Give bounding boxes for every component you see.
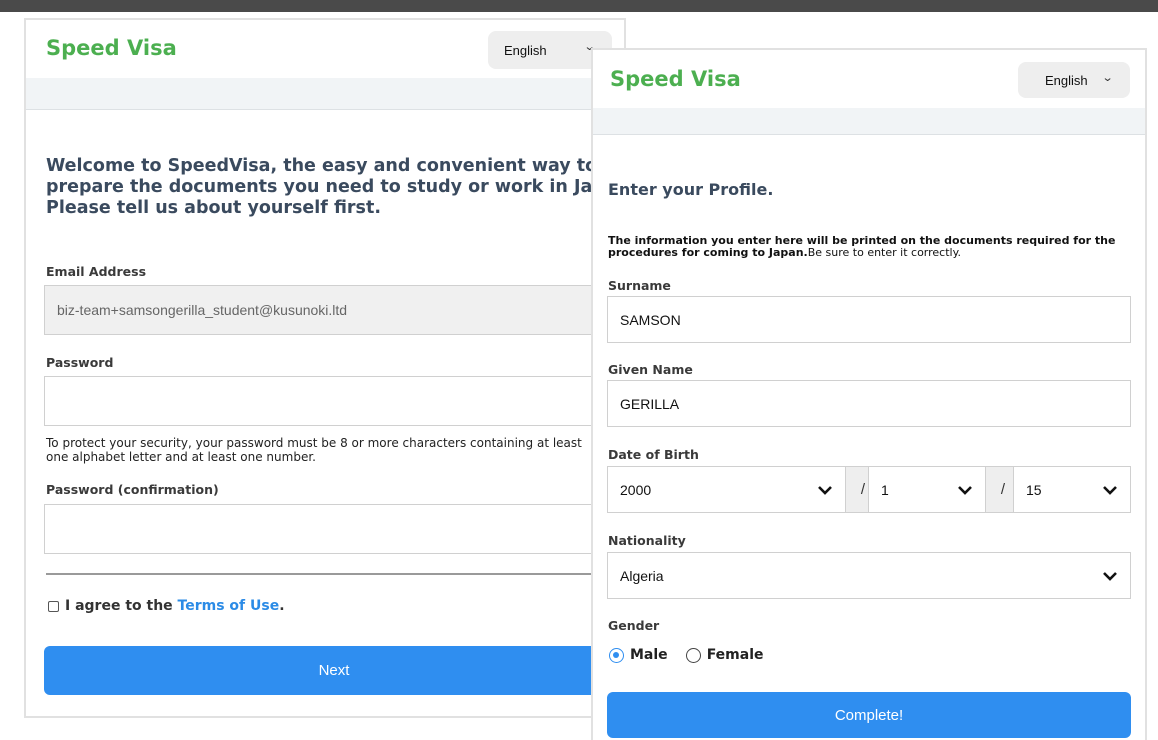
chevron-down-icon xyxy=(1103,571,1117,581)
email-label: Email Address xyxy=(46,264,147,279)
terms-agreement: I agree to the Terms of Use. xyxy=(48,598,285,614)
given-name-field[interactable]: GERILLA xyxy=(607,380,1131,427)
welcome-message: Welcome to SpeedVisa, the easy and conve… xyxy=(46,156,626,219)
nationality-select[interactable]: Algeria xyxy=(607,552,1131,599)
radio-selected-icon[interactable] xyxy=(609,647,624,663)
dob-month-select[interactable]: 1 xyxy=(868,466,986,513)
surname-field[interactable]: SAMSON xyxy=(607,296,1131,343)
agree-text: I agree to the Terms of Use. xyxy=(65,598,285,614)
welcome-line: prepare the documents you need to study … xyxy=(46,177,626,197)
gender-female-option[interactable]: Female xyxy=(685,647,764,663)
brand-logo[interactable]: Speed Visa xyxy=(610,67,741,91)
divider xyxy=(46,573,606,575)
surname-value: SAMSON xyxy=(620,311,681,328)
language-select-value: English xyxy=(504,43,547,58)
surname-label: Surname xyxy=(608,278,671,293)
terms-of-use-link[interactable]: Terms of Use xyxy=(178,598,280,614)
signup-window: Speed Visa English ⌄ Welcome to SpeedVis… xyxy=(24,18,626,718)
password-confirm-field[interactable] xyxy=(44,504,624,554)
gender-label: Gender xyxy=(608,618,660,633)
dob-year-select[interactable]: 2000 xyxy=(607,466,846,513)
gender-male-option[interactable]: Male xyxy=(609,647,668,663)
given-name-value: GERILLA xyxy=(620,395,680,412)
chevron-down-icon xyxy=(818,485,832,495)
help-line: To protect your security, your password … xyxy=(46,436,582,450)
language-select-value: English xyxy=(1045,73,1088,88)
notice-rest: Be sure to enter it correctly. xyxy=(807,246,962,259)
gender-male-label: Male xyxy=(630,647,668,663)
dob-month-value: 1 xyxy=(881,481,889,498)
password-label: Password xyxy=(46,355,114,370)
profile-notice: The information you enter here will be p… xyxy=(608,235,1128,259)
password-confirm-label: Password (confirmation) xyxy=(46,482,219,497)
email-field[interactable]: biz-team+samsongerilla_student@kusunoki.… xyxy=(44,285,624,335)
terms-checkbox[interactable] xyxy=(48,600,59,612)
language-select[interactable]: English ⌄ xyxy=(1018,62,1130,98)
chevron-down-icon: ⌄ xyxy=(1101,72,1114,84)
profile-window: Speed Visa English ⌄ Enter your Profile.… xyxy=(591,48,1147,740)
header-band xyxy=(593,108,1145,135)
header-band xyxy=(26,78,624,110)
welcome-line: Welcome to SpeedVisa, the easy and conve… xyxy=(46,156,598,176)
given-name-label: Given Name xyxy=(608,362,693,377)
next-button[interactable]: Next xyxy=(44,646,624,695)
gender-radio-group: Male Female xyxy=(609,647,782,663)
radio-unselected-icon[interactable] xyxy=(685,647,701,663)
complete-button[interactable]: Complete! xyxy=(607,692,1131,738)
nationality-value: Algeria xyxy=(620,567,664,584)
chevron-down-icon xyxy=(1103,485,1117,495)
nationality-label: Nationality xyxy=(608,533,686,548)
brand-logo[interactable]: Speed Visa xyxy=(46,36,177,60)
password-field[interactable] xyxy=(44,376,624,426)
top-dark-bar xyxy=(0,0,1158,12)
dob-day-value: 15 xyxy=(1026,481,1042,498)
dob-label: Date of Birth xyxy=(608,447,699,462)
gender-female-label: Female xyxy=(706,647,764,663)
page-title: Enter your Profile. xyxy=(608,180,774,199)
dob-day-select[interactable]: 15 xyxy=(1013,466,1131,513)
email-value: biz-team+samsongerilla_student@kusunoki.… xyxy=(57,302,348,318)
password-help-text: To protect your security, your password … xyxy=(46,436,582,464)
help-line: one alphabet letter and at least one num… xyxy=(46,450,316,464)
chevron-down-icon xyxy=(958,485,972,495)
dob-year-value: 2000 xyxy=(620,481,652,498)
welcome-line: Please tell us about yourself first. xyxy=(46,198,381,218)
